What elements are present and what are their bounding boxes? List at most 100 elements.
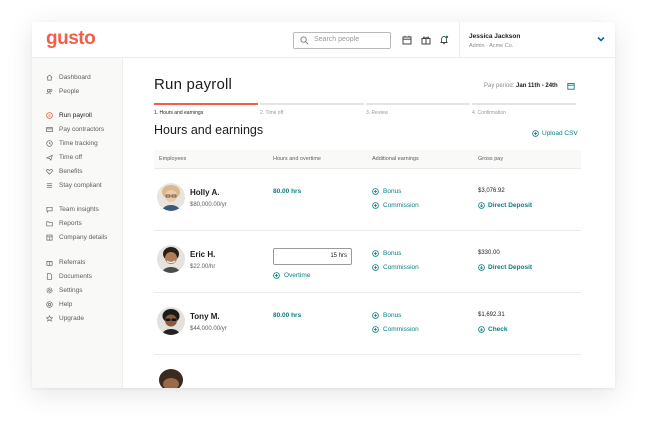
avatar xyxy=(157,183,185,211)
top-bar: gusto Search people Jessica Jackson Admi… xyxy=(32,22,615,58)
upload-csv-label: Upload CSV xyxy=(542,130,578,137)
sidebar-item-label: Upgrade xyxy=(59,315,84,322)
sidebar-item-time-off[interactable]: Time off xyxy=(46,152,82,163)
plus-circle-icon xyxy=(372,250,379,257)
payment-method[interactable]: Direct Deposit xyxy=(478,264,532,271)
calendar-icon[interactable] xyxy=(567,82,575,90)
sidebar-item-label: Company details xyxy=(59,234,108,241)
document-icon xyxy=(46,273,53,280)
search-input[interactable]: Search people xyxy=(293,32,391,49)
sidebar-item-reports[interactable]: Reports xyxy=(46,218,82,229)
sidebar-item-benefits[interactable]: Benefits xyxy=(46,166,83,177)
gear-icon xyxy=(46,287,53,294)
add-bonus-button[interactable]: Bonus xyxy=(372,250,401,257)
direct-deposit-icon xyxy=(478,264,485,271)
home-icon xyxy=(46,74,53,81)
sidebar-item-label: Time off xyxy=(59,154,83,161)
user-name[interactable]: Jessica Jackson xyxy=(469,33,520,40)
bell-icon[interactable] xyxy=(439,35,449,45)
sidebar-item-referrals[interactable]: Referrals xyxy=(46,257,85,268)
sidebar-item-label: Documents xyxy=(59,273,92,280)
add-bonus-button[interactable]: Bonus xyxy=(372,188,401,195)
sidebar-item-label: Team insights xyxy=(59,206,99,213)
table-row: Eric H. $22.00/hr 15 hrs Overtime Bonus … xyxy=(154,231,581,293)
gross-pay: $1,692.31 xyxy=(478,312,505,318)
plus-circle-icon xyxy=(372,326,379,333)
clock-icon xyxy=(46,140,53,147)
dollar-icon: $ xyxy=(46,112,53,119)
column-employees: Employees xyxy=(159,156,187,162)
pay-period-value: Jan 11th - 24th xyxy=(516,83,558,89)
gift-icon xyxy=(46,261,53,266)
sidebar-item-stay-compliant[interactable]: Stay compliant xyxy=(46,180,102,191)
commission-label: Commission xyxy=(383,326,419,333)
employee-name[interactable]: Tony M. xyxy=(190,312,220,321)
payment-method[interactable]: Direct Deposit xyxy=(478,202,532,209)
progress-step-3 xyxy=(366,103,470,105)
star-icon xyxy=(46,315,53,322)
chevron-down-icon[interactable] xyxy=(597,36,605,42)
sidebar-item-label: Referrals xyxy=(59,259,86,266)
sidebar-item-team-insights[interactable]: Team insights xyxy=(46,204,99,215)
hours-value[interactable]: 80.00 hrs xyxy=(273,188,301,195)
plus-circle-icon xyxy=(532,130,539,137)
sidebar-item-help[interactable]: Help xyxy=(46,299,72,310)
help-icon xyxy=(46,301,53,308)
sidebar-item-settings[interactable]: Settings xyxy=(46,285,83,296)
top-bar-divider xyxy=(459,22,460,58)
heart-icon xyxy=(46,169,53,175)
gross-pay: $3,076.92 xyxy=(478,188,505,194)
add-overtime-button[interactable]: Overtime xyxy=(273,272,310,279)
sidebar-item-label: Settings xyxy=(59,287,83,294)
table-row: Tony M. $44,000.00/yr 80.00 hrs Bonus Co… xyxy=(154,293,581,355)
hours-input[interactable]: 15 hrs xyxy=(273,248,352,265)
sidebar-item-people[interactable]: People xyxy=(46,86,79,97)
sidebar-item-label: Time tracking xyxy=(59,140,98,147)
svg-text:$: $ xyxy=(48,113,51,118)
sidebar-item-dashboard[interactable]: Dashboard xyxy=(46,72,91,83)
sidebar-item-upgrade[interactable]: Upgrade xyxy=(46,313,84,324)
plus-circle-icon xyxy=(273,272,280,279)
column-additional-earnings: Additional earnings xyxy=(372,156,419,162)
plus-circle-icon xyxy=(372,202,379,209)
search-placeholder: Search people xyxy=(314,36,360,43)
plus-circle-icon xyxy=(372,188,379,195)
sidebar-item-company-details[interactable]: Company details xyxy=(46,232,107,243)
sidebar: Dashboard People $ Run payroll Pay contr… xyxy=(32,58,123,388)
progress-step-2 xyxy=(260,103,364,105)
step-time-off[interactable]: 2. Time off xyxy=(260,110,283,116)
payment-method-label: Direct Deposit xyxy=(488,264,533,271)
sidebar-item-time-tracking[interactable]: Time tracking xyxy=(46,138,98,149)
upload-csv-button[interactable]: Upload CSV xyxy=(532,130,578,137)
section-title: Hours and earnings xyxy=(154,123,264,137)
sidebar-item-documents[interactable]: Documents xyxy=(46,271,92,282)
add-commission-button[interactable]: Commission xyxy=(372,264,419,271)
payment-method[interactable]: Check xyxy=(478,326,508,333)
employee-name[interactable]: Eric H. xyxy=(190,250,215,259)
people-icon xyxy=(46,88,53,95)
app-window: gusto Search people Jessica Jackson Admi… xyxy=(32,22,615,388)
add-bonus-button[interactable]: Bonus xyxy=(372,312,401,319)
step-confirmation[interactable]: 4. Confirmation xyxy=(472,110,506,116)
check-icon xyxy=(478,326,485,333)
add-commission-button[interactable]: Commission xyxy=(372,202,419,209)
plane-icon xyxy=(46,154,53,161)
chat-icon xyxy=(46,206,53,213)
gusto-logo[interactable]: gusto xyxy=(46,28,96,50)
add-commission-button[interactable]: Commission xyxy=(372,326,419,333)
bonus-label: Bonus xyxy=(383,312,402,319)
sidebar-item-label: Run payroll xyxy=(59,112,92,119)
gift-icon[interactable] xyxy=(421,35,431,45)
payment-method-label: Check xyxy=(488,326,508,333)
hours-input-value: 15 hrs xyxy=(330,253,347,259)
avatar xyxy=(157,307,185,335)
sidebar-item-run-payroll[interactable]: $ Run payroll xyxy=(46,110,92,121)
progress-step-4 xyxy=(472,103,576,105)
sidebar-item-pay-contractors[interactable]: Pay contractors xyxy=(46,124,104,135)
table-header: Employees Hours and overtime Additional … xyxy=(154,150,581,169)
employee-name[interactable]: Holly A. xyxy=(190,188,219,197)
step-hours-and-earnings[interactable]: 1. Hours and earnings xyxy=(154,110,203,116)
step-review[interactable]: 3. Review xyxy=(366,110,388,116)
hours-value[interactable]: 80.00 hrs xyxy=(273,312,301,319)
calendar-icon[interactable] xyxy=(402,35,412,45)
